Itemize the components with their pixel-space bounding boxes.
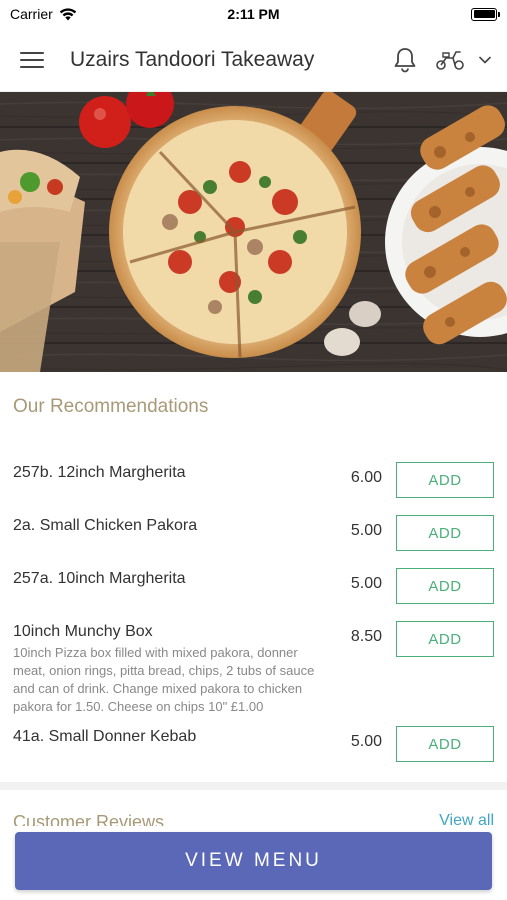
section-divider: [0, 782, 507, 790]
item-price: 6.00: [350, 469, 382, 486]
item-price: 5.00: [350, 575, 382, 592]
page-title: Uzairs Tandoori Takeaway: [70, 47, 315, 71]
list-item: 10inch Munchy Box 10inch Pizza box fille…: [0, 621, 507, 726]
bell-icon: [394, 47, 416, 72]
header-icons: [393, 47, 491, 73]
item-price: 5.00: [350, 522, 382, 539]
recommendations-title: Our Recommendations: [13, 396, 209, 417]
menu-button[interactable]: [20, 45, 50, 75]
add-button[interactable]: ADD: [396, 621, 494, 657]
notifications-button[interactable]: [393, 47, 417, 73]
item-price: 5.00: [350, 733, 382, 750]
reviews-title: Customer Reviews: [13, 812, 165, 826]
list-item: 257a. 10inch Margherita 5.00 ADD: [0, 568, 507, 621]
add-button[interactable]: ADD: [396, 515, 494, 551]
list-item: 2a. Small Chicken Pakora 5.00 ADD: [0, 515, 507, 568]
item-name: 41a. Small Donner Kebab: [13, 728, 197, 745]
carrier-label: Carrier: [10, 6, 53, 22]
view-menu-button[interactable]: VIEW MENU: [15, 832, 492, 890]
reviews-section: Customer Reviews View all: [0, 812, 507, 826]
list-item: 257b. 12inch Margherita 6.00 ADD: [0, 462, 507, 515]
view-all-link[interactable]: View all: [439, 812, 494, 826]
add-button[interactable]: ADD: [396, 568, 494, 604]
item-name: 257a. 10inch Margherita: [13, 570, 186, 587]
wifi-icon: [59, 7, 76, 20]
recommendations-section: Our Recommendations 257b. 12inch Margher…: [0, 372, 507, 779]
item-name: 257b. 12inch Margherita: [13, 464, 186, 481]
app-header: Uzairs Tandoori Takeaway: [0, 28, 507, 92]
food-photo: [0, 92, 507, 372]
item-description: 10inch Pizza box filled with mixed pakor…: [13, 645, 315, 714]
delivery-scooter-icon: [436, 50, 464, 70]
status-left: Carrier: [10, 6, 77, 22]
hero-image: [0, 92, 507, 372]
item-name: 2a. Small Chicken Pakora: [13, 517, 198, 534]
add-button[interactable]: ADD: [396, 462, 494, 498]
list-item: 41a. Small Donner Kebab 5.00 ADD: [0, 726, 507, 779]
status-bar: Carrier 2:11 PM: [0, 0, 507, 28]
chevron-down-icon: [479, 56, 491, 63]
item-price: 8.50: [350, 628, 382, 645]
menu-icon: [20, 51, 44, 54]
add-button[interactable]: ADD: [396, 726, 494, 762]
item-name: 10inch Munchy Box: [13, 623, 153, 640]
battery-icon: [471, 7, 500, 21]
delivery-mode-selector[interactable]: [435, 49, 491, 71]
